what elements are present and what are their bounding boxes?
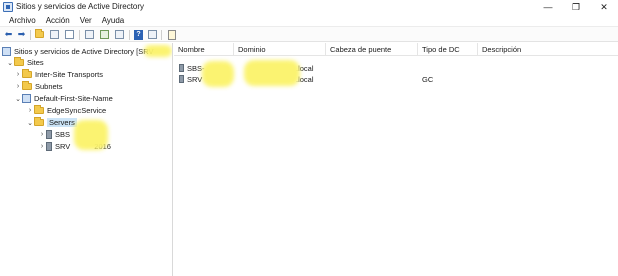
console-tree-icon <box>50 30 59 39</box>
tree-item-server-sbs[interactable]: › SBS <box>38 129 70 140</box>
table-row[interactable]: SRV .local GC <box>174 74 618 84</box>
window-title: Sitios y servicios de Active Directory <box>16 2 145 11</box>
folder-icon <box>34 117 44 126</box>
refresh-button[interactable] <box>84 29 95 40</box>
chevron-down-icon[interactable]: ⌄ <box>14 95 22 103</box>
tree-item-inter-site-transports[interactable]: › Inter-Site Transports <box>14 69 103 80</box>
back-button[interactable]: ⬅ <box>3 29 14 40</box>
properties-icon <box>65 30 74 39</box>
toolbar-separator <box>129 30 130 40</box>
folder-up-icon <box>35 29 44 38</box>
redaction-mark <box>244 60 300 86</box>
tree-item-label: SBS <box>55 130 71 139</box>
chevron-right-icon[interactable]: › <box>26 107 34 114</box>
refresh-icon <box>85 30 94 39</box>
maximize-button[interactable]: ❐ <box>562 0 590 14</box>
menu-ver[interactable]: Ver <box>75 16 97 25</box>
chevron-right-icon[interactable]: › <box>38 143 46 150</box>
server-name: SRV <box>187 74 203 84</box>
toolbar-separator <box>79 30 80 40</box>
menu-bar: Archivo Acción Ver Ayuda <box>0 14 618 26</box>
column-header-dominio[interactable]: Dominio <box>234 43 326 56</box>
toolbar: ⬅ ➡ ? <box>0 26 618 42</box>
chevron-right-icon[interactable]: › <box>14 83 22 90</box>
server-icon <box>46 130 52 139</box>
tree-item-label: SRV <box>55 142 71 151</box>
view-icon <box>148 30 157 39</box>
tree-item-label: Sitios y servicios de Active Directory [… <box>14 47 154 56</box>
active-directory-icon <box>2 47 11 56</box>
action-button[interactable] <box>114 29 125 40</box>
cell-name: SRV <box>179 74 202 84</box>
column-header-cabeza-de-puente[interactable]: Cabeza de puente <box>326 43 418 56</box>
redaction-mark <box>74 120 108 150</box>
server-icon <box>179 75 184 83</box>
tree-item-servers[interactable]: ⌄ Servers <box>26 117 77 128</box>
table-row[interactable]: SBS- .local <box>174 63 618 73</box>
help-icon: ? <box>134 29 143 40</box>
chevron-right-icon[interactable]: › <box>14 71 22 78</box>
tree-item-edgesyncservice[interactable]: › EdgeSyncService <box>26 105 106 116</box>
toolbar-separator <box>161 30 162 40</box>
toolbar-separator <box>30 30 31 40</box>
tree-item-label: EdgeSyncService <box>47 106 107 115</box>
forward-button[interactable]: ➡ <box>16 29 27 40</box>
column-header-nombre[interactable]: Nombre <box>174 43 234 56</box>
tree-item-default-first-site[interactable]: ⌄ Default-First-Site-Name <box>14 93 113 104</box>
tree-item-subnets[interactable]: › Subnets <box>14 81 63 92</box>
export-list-button[interactable] <box>99 29 110 40</box>
details-list: Nombre Dominio Cabeza de puente Tipo de … <box>174 43 618 276</box>
chevron-down-icon[interactable]: ⌄ <box>26 119 34 127</box>
view-button[interactable] <box>147 29 158 40</box>
server-icon <box>46 142 52 151</box>
server-icon <box>179 64 184 72</box>
console-tree: Sitios y servicios de Active Directory [… <box>0 43 173 276</box>
folder-icon <box>22 69 32 78</box>
properties-button[interactable] <box>64 29 75 40</box>
menu-ayuda[interactable]: Ayuda <box>97 16 130 25</box>
folder-icon <box>22 81 32 90</box>
chevron-right-icon[interactable]: › <box>38 131 46 138</box>
menu-archivo[interactable]: Archivo <box>4 16 41 25</box>
site-icon <box>22 94 31 103</box>
column-header-tipo-de-dc[interactable]: Tipo de DC <box>418 43 478 56</box>
menu-accion[interactable]: Acción <box>41 16 75 25</box>
up-level-button[interactable] <box>34 29 45 40</box>
tree-item-label: Servers <box>47 118 77 127</box>
tree-item-label: Default-First-Site-Name <box>34 94 113 103</box>
tree-item-sites[interactable]: ⌄ Sites <box>6 57 44 68</box>
arrow-left-icon: ⬅ <box>4 29 13 39</box>
column-header-descripcion[interactable]: Descripción <box>478 43 618 56</box>
minimize-button[interactable]: — <box>534 0 562 14</box>
tree-item-label: Subnets <box>35 82 63 91</box>
help-button[interactable]: ? <box>133 29 144 40</box>
cell-dc-type: GC <box>422 74 434 84</box>
action-icon <box>115 30 124 39</box>
redaction-mark <box>144 45 172 57</box>
folder-icon <box>14 57 24 66</box>
tree-item-label: Sites <box>27 58 44 67</box>
tree-item-label: Inter-Site Transports <box>35 70 103 79</box>
export-list-icon <box>100 30 109 39</box>
close-button[interactable]: ✕ <box>590 0 618 14</box>
folder-icon <box>34 105 44 114</box>
redaction-mark <box>202 61 234 87</box>
chevron-down-icon[interactable]: ⌄ <box>6 59 14 67</box>
list-header: Nombre Dominio Cabeza de puente Tipo de … <box>174 43 618 56</box>
active-directory-app-icon <box>3 2 13 12</box>
arrow-right-icon: ➡ <box>17 29 26 39</box>
show-hide-tree-button[interactable] <box>49 29 60 40</box>
new-object-button[interactable] <box>166 29 177 40</box>
tree-item-root[interactable]: Sitios y servicios de Active Directory [… <box>2 46 154 57</box>
cell-name: SBS- <box>179 63 205 73</box>
document-icon <box>167 29 176 40</box>
title-bar: Sitios y servicios de Active Directory —… <box>0 0 618 14</box>
